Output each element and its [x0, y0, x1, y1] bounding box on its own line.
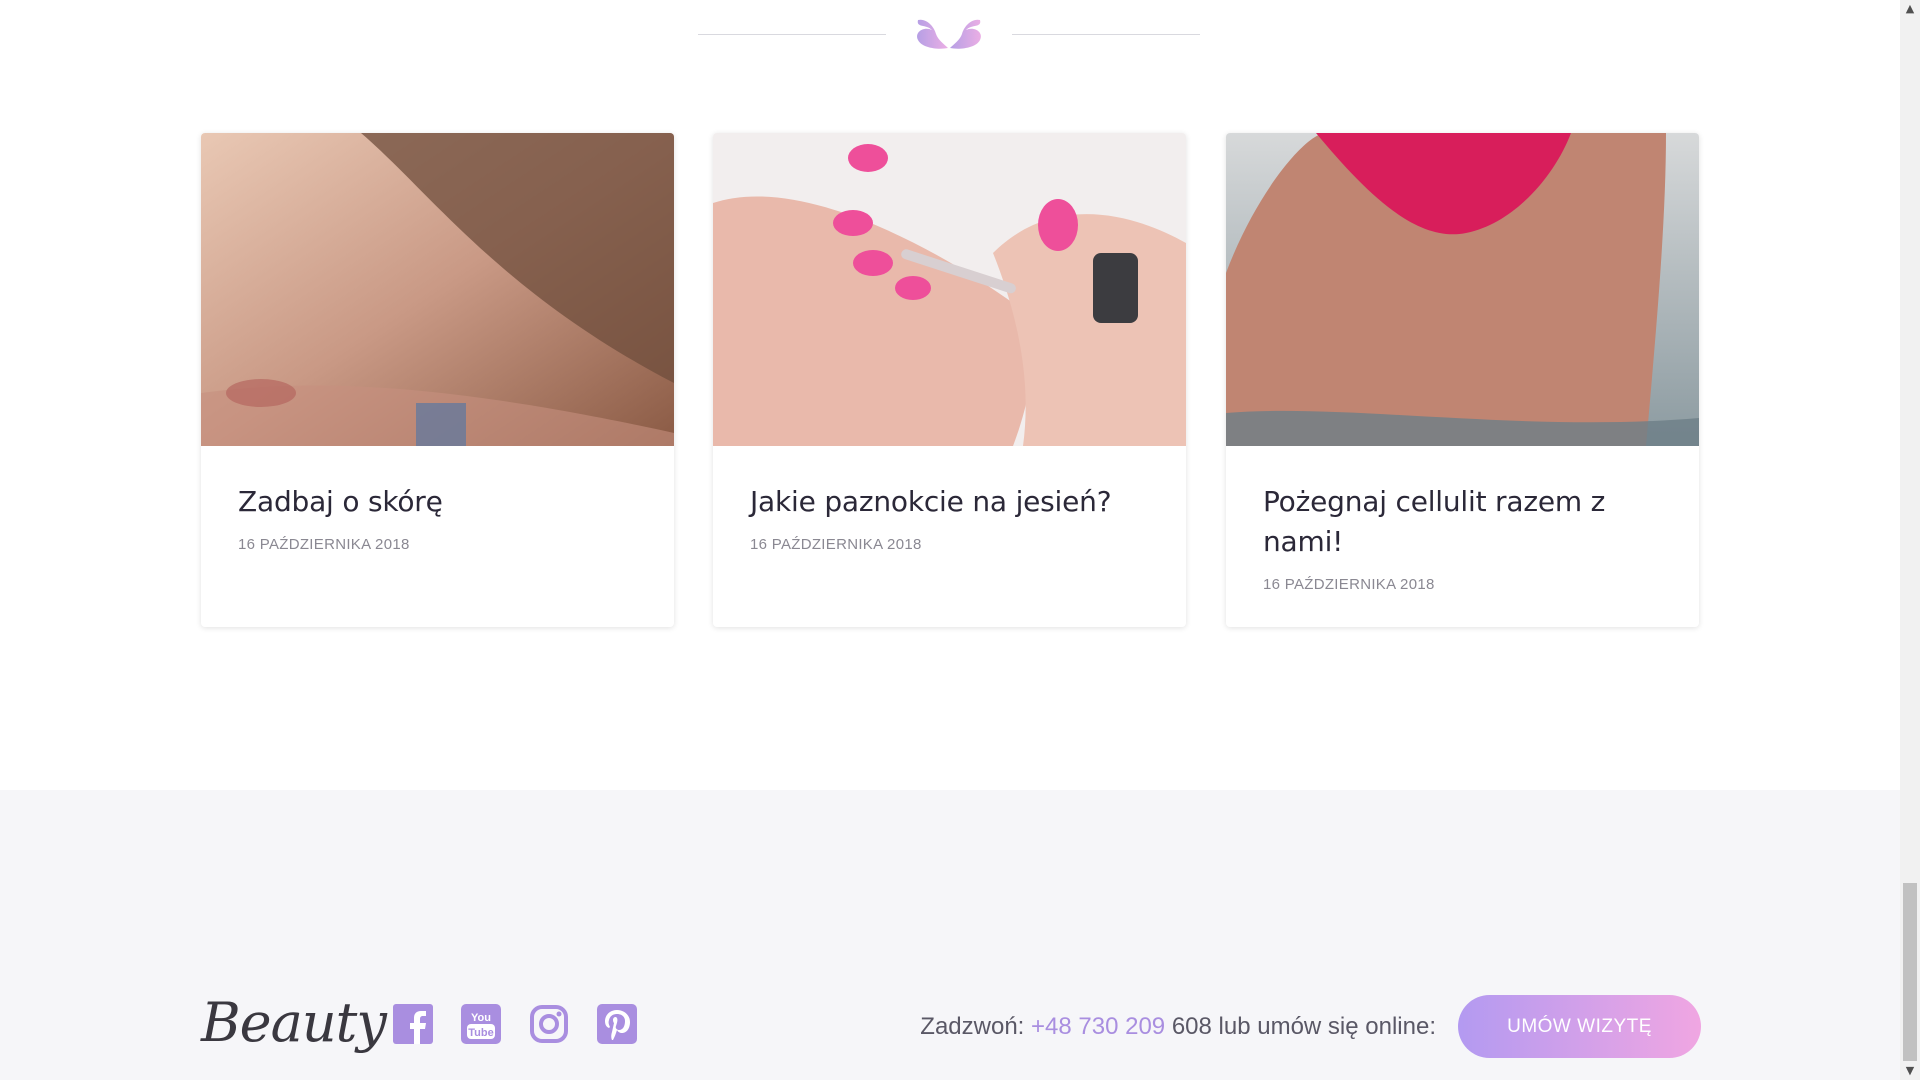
- post-date: 16 PAŹDZIERNIKA 2018: [238, 536, 410, 553]
- blog-post-card[interactable]: Jakie paznokcie na jesień? 16 PAŹDZIERNI…: [713, 133, 1186, 627]
- blog-post-card[interactable]: Zadbaj o skórę 16 PAŹDZIERNIKA 2018: [201, 133, 674, 627]
- post-image-cellulite[interactable]: [1226, 133, 1699, 446]
- page: Zadbaj o skórę 16 PAŹDZIERNIKA 2018 Jaki…: [0, 0, 1900, 1080]
- social-links: You Tube: [393, 1004, 637, 1048]
- contact-suffix: 608 lub umów się online:: [1165, 1013, 1436, 1040]
- divider-line-left: [698, 34, 886, 35]
- scroll-up-arrow-icon[interactable]: ▲: [1900, 0, 1920, 18]
- svg-text:Tube: Tube: [468, 1027, 493, 1039]
- post-title[interactable]: Jakie paznokcie na jesień?: [750, 482, 1149, 522]
- book-appointment-button[interactable]: UMÓW WIZYTĘ: [1458, 995, 1701, 1058]
- facebook-icon[interactable]: [393, 1004, 433, 1044]
- card-body: Jakie paznokcie na jesień? 16 PAŹDZIERNI…: [713, 446, 1186, 553]
- blog-posts-grid: Zadbaj o skórę 16 PAŹDZIERNIKA 2018 Jaki…: [201, 133, 1701, 627]
- section-divider: [698, 14, 1200, 58]
- divider-line-right: [1012, 34, 1200, 35]
- pinterest-icon[interactable]: [597, 1004, 637, 1044]
- instagram-icon[interactable]: [529, 1004, 569, 1044]
- card-body: Pożegnaj cellulit razem z nami! 16 PAŹDZ…: [1226, 446, 1699, 593]
- site-footer: Beauty You Tube Zadzwoń: +48 730 209 608…: [0, 790, 1900, 1080]
- blog-post-card[interactable]: Pożegnaj cellulit razem z nami! 16 PAŹDZ…: [1226, 133, 1699, 627]
- card-body: Zadbaj o skórę 16 PAŹDZIERNIKA 2018: [201, 446, 674, 553]
- post-image-nails[interactable]: [713, 133, 1186, 446]
- scroll-down-arrow-icon[interactable]: ▼: [1900, 1062, 1920, 1080]
- swan-ornament-icon: [917, 19, 981, 49]
- youtube-icon[interactable]: You Tube: [461, 1004, 501, 1044]
- beauty-logo[interactable]: Beauty: [201, 990, 387, 1060]
- vertical-scrollbar[interactable]: ▲ ▼: [1900, 0, 1920, 1080]
- footer-content: Beauty You Tube Zadzwoń: +48 730 209 608…: [201, 990, 1701, 1070]
- post-date: 16 PAŹDZIERNIKA 2018: [1263, 576, 1435, 593]
- post-image-skin[interactable]: [201, 133, 674, 446]
- contact-info: Zadzwoń: +48 730 209 608 lub umów się on…: [920, 1010, 1436, 1044]
- contact-prefix: Zadzwoń:: [920, 1013, 1032, 1040]
- svg-text:You: You: [471, 1012, 491, 1024]
- post-date: 16 PAŹDZIERNIKA 2018: [750, 536, 922, 553]
- phone-link[interactable]: +48 730 209: [1031, 1013, 1165, 1040]
- post-title[interactable]: Zadbaj o skórę: [238, 482, 637, 522]
- post-title[interactable]: Pożegnaj cellulit razem z nami!: [1263, 482, 1662, 562]
- scrollbar-thumb[interactable]: [1903, 883, 1917, 1061]
